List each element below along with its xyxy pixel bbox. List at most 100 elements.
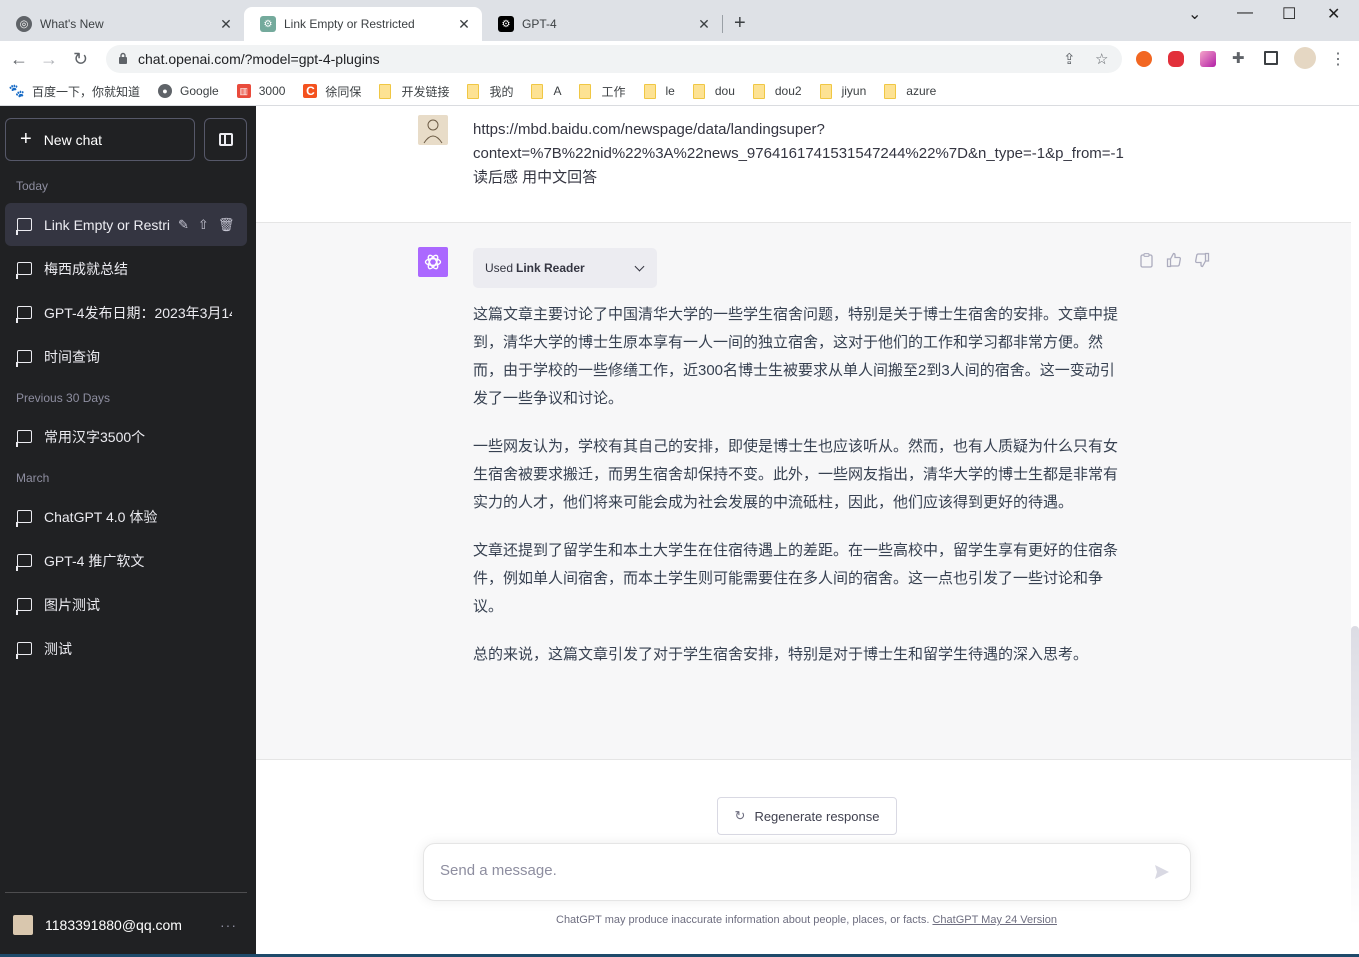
bookmark-folder[interactable]: dou bbox=[692, 83, 735, 99]
share-icon[interactable]: ⇪ bbox=[1063, 50, 1076, 68]
maximize-button[interactable]: ☐ bbox=[1282, 4, 1296, 24]
bookmark-label: 开发链接 bbox=[401, 84, 450, 99]
plugin-name: Link Reader bbox=[516, 261, 585, 275]
bookmark-folder[interactable]: 我的 bbox=[467, 83, 513, 100]
sidebar-chat-item[interactable]: ChatGPT 4.0 体验 bbox=[5, 495, 247, 538]
sidebar-chat-item[interactable]: GPT-4发布日期：2023年3月14 bbox=[5, 291, 247, 334]
chat-item-label: 测试 bbox=[44, 640, 72, 657]
sidebar-chat-item[interactable]: 图片测试 bbox=[5, 583, 247, 626]
extension-gradient-icon[interactable] bbox=[1200, 51, 1216, 67]
send-icon[interactable] bbox=[1154, 864, 1170, 880]
chat-bubble-icon bbox=[16, 642, 32, 659]
profile-avatar[interactable] bbox=[1294, 47, 1316, 69]
regenerate-response-button[interactable]: ↻ Regenerate response bbox=[717, 797, 897, 835]
folder-icon bbox=[467, 83, 480, 99]
folder-icon bbox=[643, 83, 656, 99]
bookmark-folder[interactable]: A bbox=[531, 83, 562, 99]
bookmark-folder[interactable]: 开发链接 bbox=[379, 83, 449, 100]
c-icon: C bbox=[303, 84, 318, 98]
edit-pencil-icon[interactable]: ✎ bbox=[178, 217, 189, 233]
chat-item-label: Link Empty or Restri bbox=[44, 216, 170, 233]
thumbs-up-icon[interactable] bbox=[1166, 252, 1182, 268]
chat-item-label: GPT-4 推广软文 bbox=[44, 552, 145, 569]
bookmark-label: Google bbox=[180, 84, 219, 98]
browser-tab-whats-new[interactable]: ◎ What's New ✕ bbox=[0, 7, 244, 41]
forward-button[interactable]: → bbox=[40, 49, 58, 70]
thumbs-down-icon[interactable] bbox=[1194, 252, 1210, 268]
minimize-button[interactable]: — bbox=[1237, 4, 1253, 22]
browser-menu-icon[interactable]: ⋮ bbox=[1330, 49, 1346, 69]
sidebar-chat-item[interactable]: 测试 bbox=[5, 627, 247, 670]
sidebar-chat-item[interactable]: 梅西成就总结 bbox=[5, 247, 247, 290]
chat-main: https://mbd.baidu.com/newspage/data/land… bbox=[256, 106, 1351, 957]
chat-item-label: 时间查询 bbox=[44, 348, 100, 365]
bookmark-3000[interactable]: ▥ 3000 bbox=[236, 84, 285, 98]
new-chat-button[interactable]: + New chat bbox=[5, 118, 195, 161]
close-tab-icon[interactable]: ✕ bbox=[456, 16, 472, 33]
chrome-icon: ◎ bbox=[16, 16, 32, 32]
refresh-icon: ↻ bbox=[734, 808, 746, 823]
sidebar-chat-item[interactable]: 常用汉字3500个 bbox=[5, 415, 247, 458]
assistant-message-text: 这篇文章主要讨论了中国清华大学的一些学生宿舍问题，特别是关于博士生宿舍的安排。文… bbox=[473, 301, 1118, 689]
scrollbar-thumb[interactable] bbox=[1351, 626, 1359, 926]
hide-sidebar-button[interactable] bbox=[204, 118, 247, 161]
bookmark-folder[interactable]: jiyun bbox=[819, 83, 867, 99]
extensions-puzzle-icon[interactable]: ✚ bbox=[1232, 49, 1248, 67]
user-email: 1183391880@qq.com bbox=[45, 917, 182, 933]
more-options-icon[interactable]: ··· bbox=[220, 917, 237, 933]
group-label-march: March bbox=[16, 471, 50, 485]
bookmark-folder[interactable]: dou2 bbox=[752, 83, 802, 99]
globe-icon: ● bbox=[158, 84, 173, 98]
version-link[interactable]: ChatGPT May 24 Version bbox=[932, 914, 1057, 926]
user-menu[interactable]: 1183391880@qq.com ··· bbox=[5, 903, 247, 947]
bookmark-folder[interactable]: 工作 bbox=[579, 83, 626, 100]
bookmark-xutongbao[interactable]: C 徐同保 bbox=[303, 83, 361, 100]
new-tab-button[interactable]: + bbox=[734, 12, 746, 35]
disclaimer: ChatGPT may produce inaccurate informati… bbox=[256, 914, 1357, 926]
disclaimer-text: ChatGPT may produce inaccurate informati… bbox=[556, 914, 930, 926]
reload-button[interactable]: ↻ bbox=[73, 49, 88, 70]
back-button[interactable]: ← bbox=[10, 49, 28, 70]
bookmark-label: 百度一下，你就知道 bbox=[32, 84, 141, 99]
bookmark-google[interactable]: ● Google bbox=[158, 84, 219, 98]
folder-icon bbox=[884, 83, 897, 99]
bookmark-folder[interactable]: le bbox=[643, 83, 675, 99]
copy-clipboard-icon[interactable] bbox=[1138, 252, 1154, 268]
sidebar-toggle-icon bbox=[218, 133, 233, 146]
plugin-used-prefix: Used bbox=[485, 261, 514, 275]
close-tab-icon[interactable]: ✕ bbox=[218, 16, 234, 33]
share-upload-icon[interactable]: ⇧ bbox=[198, 217, 209, 233]
message-composer bbox=[423, 843, 1191, 901]
tab-search-chevron-icon[interactable]: ⌄ bbox=[1188, 4, 1201, 24]
user-avatar bbox=[418, 115, 448, 145]
scrollbar[interactable] bbox=[1351, 106, 1359, 957]
plus-icon: + bbox=[20, 128, 32, 150]
bookmark-label: 我的 bbox=[489, 84, 514, 99]
bookmark-label: A bbox=[553, 84, 562, 98]
sidebar-chat-item[interactable]: GPT-4 推广软文 bbox=[5, 539, 247, 582]
bookmark-baidu[interactable]: 🐾 百度一下，你就知道 bbox=[9, 83, 141, 100]
close-window-button[interactable]: ✕ bbox=[1327, 4, 1340, 24]
side-panel-icon[interactable] bbox=[1264, 51, 1278, 65]
message-input[interactable] bbox=[440, 862, 1120, 879]
sidebar-chat-item-active[interactable]: Link Empty or Restri ✎ ⇧ 🗑 bbox=[5, 203, 247, 246]
address-bar[interactable]: chat.openai.com/?model=gpt-4-plugins ⇪ ☆ bbox=[106, 45, 1122, 73]
user-message-line: https://mbd.baidu.com/newspage/data/land… bbox=[473, 121, 825, 138]
bookmark-star-icon[interactable]: ☆ bbox=[1095, 50, 1108, 68]
extension-red-icon[interactable] bbox=[1168, 51, 1184, 67]
browser-tab-gpt4[interactable]: ⚙ GPT-4 ✕ bbox=[482, 7, 722, 41]
chat-bubble-icon bbox=[16, 306, 32, 323]
bookmark-label: 工作 bbox=[601, 84, 626, 99]
plugin-used-dropdown[interactable]: Used Link Reader bbox=[473, 248, 657, 288]
new-chat-label: New chat bbox=[43, 131, 103, 148]
user-message-text: https://mbd.baidu.com/newspage/data/land… bbox=[473, 118, 1163, 190]
close-tab-icon[interactable]: ✕ bbox=[696, 16, 712, 33]
trash-icon[interactable]: 🗑 bbox=[218, 217, 235, 233]
url-text[interactable]: chat.openai.com/?model=gpt-4-plugins bbox=[138, 51, 380, 67]
browser-tab-link-empty[interactable]: ⚙ Link Empty or Restricted ✕ bbox=[244, 7, 482, 41]
bookmark-label: jiyun bbox=[841, 84, 867, 98]
sidebar-chat-item[interactable]: 时间查询 bbox=[5, 335, 247, 378]
bookmark-folder[interactable]: azure bbox=[884, 83, 936, 99]
extension-orange-icon[interactable] bbox=[1136, 51, 1152, 67]
tab-title: What's New bbox=[40, 17, 104, 31]
